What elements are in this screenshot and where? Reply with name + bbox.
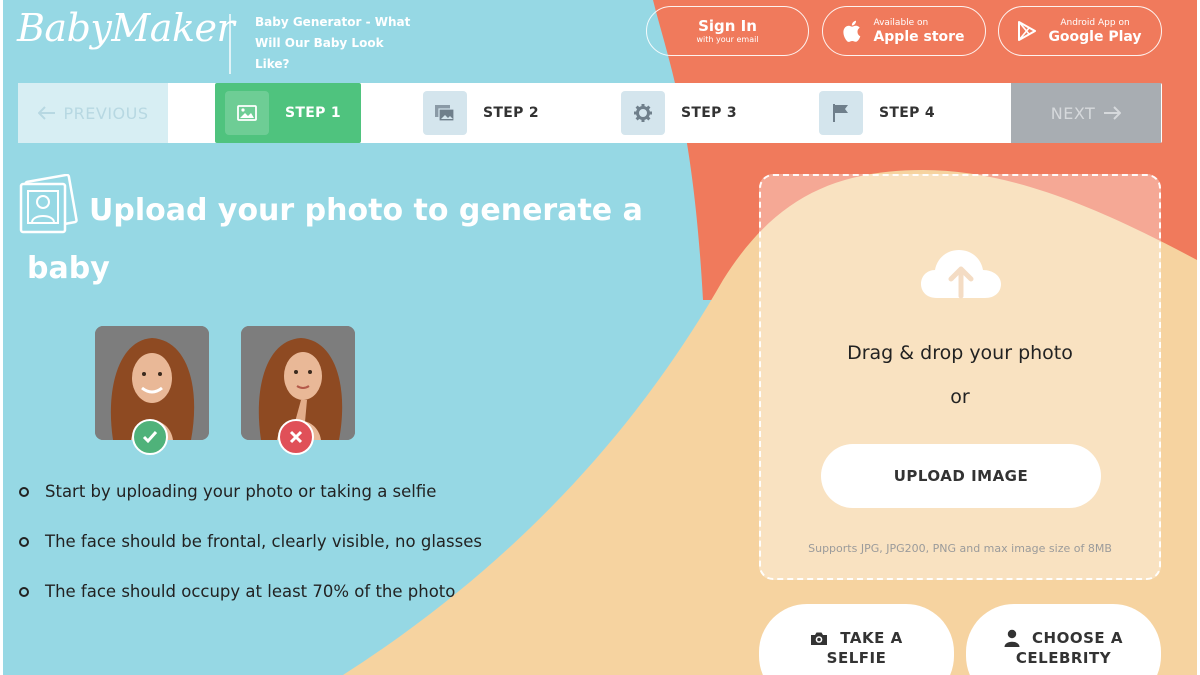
upload-image-button[interactable]: UPLOAD IMAGE [821,444,1101,508]
check-icon [132,419,168,455]
google-sublabel: Android App on [1060,17,1130,28]
list-item: Start by uploading your photo or taking … [19,482,482,532]
step-1-label: STEP 1 [285,105,341,121]
bullet-icon [19,487,29,497]
drag-drop-text: Drag & drop your photo [847,342,1073,364]
arrow-right-icon [1104,106,1122,120]
apple-sublabel: Available on [873,17,929,28]
cloud-upload-icon [921,250,1001,299]
logo[interactable]: BabyMaker [17,6,235,50]
step-bar: PREVIOUS STEP 1 STEP 2 STEP 3 STEP 4 NEX… [18,83,1162,143]
tip-text: The face should be frontal, clearly visi… [45,532,482,551]
gear-icon [621,91,665,135]
google-play-button[interactable]: Android App on Google Play [998,6,1162,56]
play-store-icon [1018,21,1037,41]
tab-step-3[interactable]: STEP 3 [611,83,757,143]
selfie-label-line2: SELFIE [826,649,887,667]
tip-text: The face should occupy at least 70% of t… [45,582,456,601]
page-title: Upload your photo to generate a baby [27,193,643,286]
celebrity-label-line1: CHOOSE A [1032,629,1123,647]
flag-icon [819,91,863,135]
take-selfie-button[interactable]: TAKE A SELFIE [759,604,954,675]
upload-dropzone[interactable]: Drag & drop your photo or UPLOAD IMAGE S… [759,174,1161,580]
tagline: Baby Generator - What Will Our Baby Look… [255,15,411,71]
bullet-icon [19,537,29,547]
close-icon [278,419,314,455]
sign-in-label: Sign In [698,16,757,35]
sign-in-button[interactable]: Sign In with your email [646,6,809,56]
step-3-label: STEP 3 [681,105,737,121]
page: BabyMaker Baby Generator - What Will Our… [3,0,1197,675]
images-icon [423,91,467,135]
celebrity-label-line2: CELEBRITY [1015,649,1112,667]
user-icon [1004,629,1020,647]
apple-label: Apple store [873,28,965,45]
tab-step-1[interactable]: STEP 1 [215,83,361,143]
step-2-label: STEP 2 [483,105,539,121]
next-button[interactable]: NEXT [1011,83,1161,143]
bullet-icon [19,587,29,597]
tab-step-4[interactable]: STEP 4 [809,83,955,143]
or-text: or [950,386,970,408]
camera-icon [811,632,828,645]
previous-label: PREVIOUS [63,103,149,123]
apple-icon [843,20,861,42]
tab-step-2[interactable]: STEP 2 [413,83,559,143]
image-icon [225,91,269,135]
choose-celebrity-button[interactable]: CHOOSE A CELEBRITY [966,604,1161,675]
list-item: The face should occupy at least 70% of t… [19,582,482,632]
previous-button[interactable]: PREVIOUS [18,83,168,143]
arrow-left-icon [37,106,55,120]
list-item: The face should be frontal, clearly visi… [19,532,482,582]
supported-formats-text: Supports JPG, JPG200, PNG and max image … [808,542,1112,555]
step-4-label: STEP 4 [879,105,935,121]
selfie-label-line1: TAKE A [840,629,903,647]
tip-text: Start by uploading your photo or taking … [45,482,437,501]
next-label: NEXT [1050,103,1096,123]
google-label: Google Play [1048,28,1142,45]
header-divider [229,14,231,74]
tips-list: Start by uploading your photo or taking … [19,482,482,632]
sign-in-sublabel: with your email [696,34,759,44]
apple-store-button[interactable]: Available on Apple store [822,6,986,56]
